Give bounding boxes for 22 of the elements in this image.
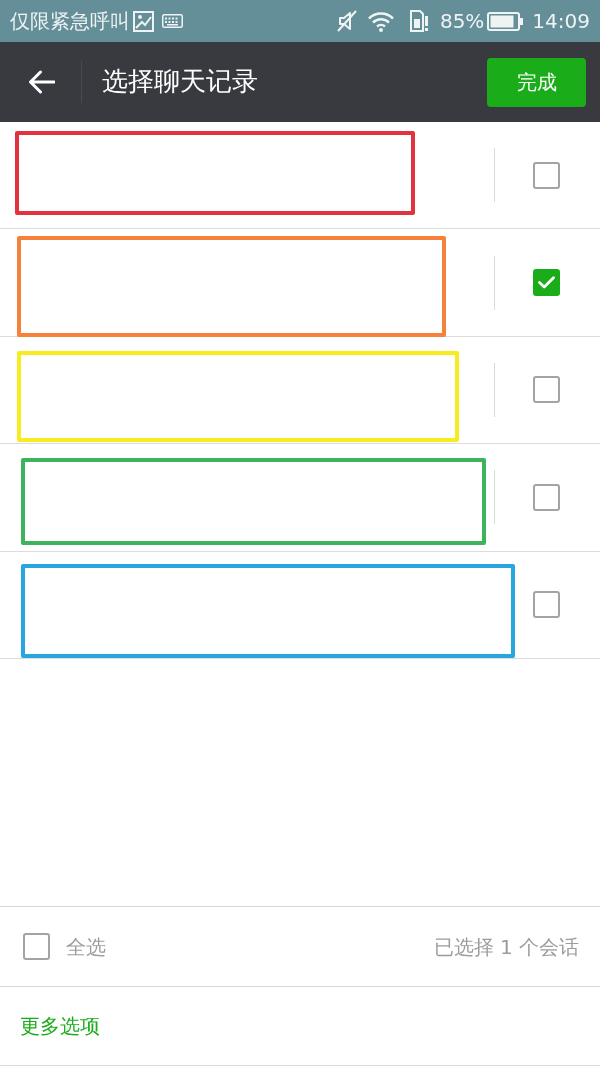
row-checkbox[interactable] [533,591,560,619]
row-checkbox[interactable] [533,269,560,297]
sim-card-alert-icon [409,10,430,32]
image-icon [133,10,154,32]
selection-count-text: 已选择 1 个会话 [433,933,579,961]
more-options-link[interactable]: 更多选项 [20,1011,100,1041]
row-checkbox[interactable] [533,376,560,404]
battery-percent: 85% [439,8,485,35]
keyboard-icon [162,14,183,28]
row-checkbox[interactable] [533,161,560,189]
battery-icon [487,11,524,31]
select-all-checkbox[interactable] [23,933,50,960]
carrier-text: 仅限紧急呼叫 [10,8,130,35]
back-arrow-icon[interactable] [28,70,55,94]
done-button[interactable]: 完成 [487,57,586,107]
muted-speaker-icon [335,10,358,32]
clock-text: 14:09 [532,8,590,35]
select-all-label: 全选 [66,933,106,961]
page-title: 选择聊天记录 [102,66,258,98]
row-checkbox[interactable] [533,483,560,511]
wifi-icon [366,10,395,32]
checkmark-icon [538,276,555,290]
